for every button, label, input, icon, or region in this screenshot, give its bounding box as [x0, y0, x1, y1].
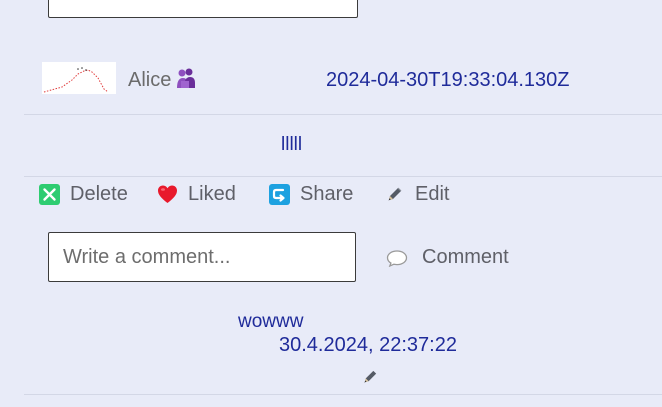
share-label: Share [300, 182, 354, 205]
pencil-icon [388, 187, 402, 201]
post-thumbnail-chart[interactable] [42, 62, 116, 94]
post-header-divider [24, 114, 662, 115]
liked-button[interactable]: Liked [157, 181, 236, 207]
share-arrow-icon [269, 183, 290, 205]
post-content-divider [24, 176, 662, 177]
post-author[interactable]: Alice [128, 69, 171, 92]
comment-input[interactable] [48, 232, 356, 282]
thumbnail-plot-image [42, 62, 116, 94]
post-header: Alice 2024-04-30T19:33:04.130Z [0, 56, 662, 100]
comment-edit-pencil-icon[interactable] [362, 368, 379, 385]
previous-comment-icon[interactable] [388, 0, 406, 2]
edit-button[interactable]: Edit [386, 181, 449, 207]
comment-button[interactable]: Comment [386, 246, 509, 269]
comment-text: wowww [238, 311, 304, 332]
comment-button-label: Comment [422, 246, 509, 268]
post-action-bar: Delete Liked Share Edit [0, 178, 662, 208]
purple-figures-emoji-icon [177, 68, 195, 88]
heart-icon [158, 185, 177, 203]
x-box-icon [39, 183, 60, 205]
edit-label: Edit [415, 182, 450, 205]
comment-date: 30.4.2024, 22:37:22 [279, 334, 457, 356]
delete-button[interactable]: Delete [39, 181, 128, 207]
feed-page: Alice 2024-04-30T19:33:04.130Z lllll Del… [0, 0, 662, 407]
delete-label: Delete [70, 182, 128, 205]
post-content: lllll [281, 134, 303, 155]
share-button[interactable]: Share [269, 181, 353, 207]
speech-bubble-icon [386, 249, 408, 267]
previous-comment-input[interactable] [48, 0, 358, 18]
post-timestamp[interactable]: 2024-04-30T19:33:04.130Z [326, 69, 570, 92]
liked-label: Liked [188, 182, 236, 205]
comment-divider [24, 394, 662, 395]
